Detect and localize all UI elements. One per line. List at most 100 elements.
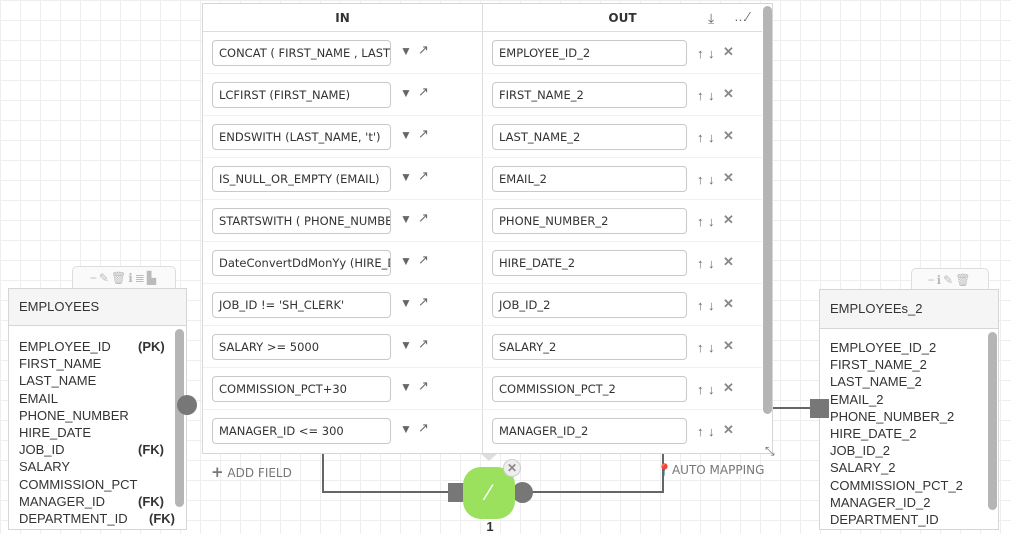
dropdown-triangle-icon[interactable]: ▼	[400, 295, 412, 311]
delete-row-icon[interactable]: ✕	[723, 254, 734, 270]
remove-node-button[interactable]: ✕	[503, 459, 521, 477]
table-column-row[interactable]: DEPARTMENT_ID	[830, 511, 998, 528]
delete-row-icon[interactable]: ✕	[723, 86, 734, 102]
move-down-icon[interactable]: ↓	[708, 214, 715, 230]
out-field-input[interactable]: SALARY_2	[492, 334, 687, 360]
open-external-icon[interactable]: ↗	[418, 294, 429, 310]
move-down-icon[interactable]: ↓	[708, 172, 715, 188]
delete-row-icon[interactable]: ✕	[723, 380, 734, 396]
out-field-input[interactable]: LAST_NAME_2	[492, 124, 687, 150]
out-field-input[interactable]: FIRST_NAME_2	[492, 82, 687, 108]
open-external-icon[interactable]: ↗	[418, 378, 429, 394]
table-column-row[interactable]: FIRST_NAME_2	[830, 356, 998, 373]
trash-icon[interactable]: 🗑	[955, 273, 972, 287]
open-external-icon[interactable]: ↗	[418, 84, 429, 100]
target-table-scrollbar[interactable]	[988, 332, 997, 510]
in-expression-input[interactable]: CONCAT ( FIRST_NAME , LAST_NAME )	[212, 40, 391, 66]
move-down-icon[interactable]: ↓	[708, 46, 715, 62]
move-up-icon[interactable]: ↑	[697, 214, 704, 230]
delete-row-icon[interactable]: ✕	[723, 170, 734, 186]
table-column-row[interactable]: SALARY_2	[830, 459, 998, 476]
dropdown-triangle-icon[interactable]: ▼	[400, 379, 412, 395]
file-icon[interactable]: ▙	[147, 271, 158, 285]
table-column-row[interactable]: DEPARTMENT_ID (FK)	[19, 510, 186, 527]
table-column-row[interactable]: HIRE_DATE	[19, 424, 186, 441]
table-column-row[interactable]: JOB_ID (FK)	[19, 441, 186, 458]
in-expression-input[interactable]: MANAGER_ID <= 300	[212, 418, 391, 444]
minimize-icon[interactable]: −	[928, 273, 937, 287]
in-expression-input[interactable]: SALARY >= 5000	[212, 334, 391, 360]
move-up-icon[interactable]: ↑	[697, 298, 704, 314]
move-up-icon[interactable]: ↑	[697, 172, 704, 188]
mapping-scrollbar[interactable]	[763, 6, 772, 414]
dropdown-triangle-icon[interactable]: ▼	[400, 211, 412, 227]
open-external-icon[interactable]: ↗	[418, 126, 429, 142]
in-expression-input[interactable]: JOB_ID != 'SH_CLERK'	[212, 292, 391, 318]
table-column-row[interactable]: MANAGER_ID_2	[830, 494, 998, 511]
table-column-row[interactable]: FIRST_NAME	[19, 355, 186, 372]
move-up-icon[interactable]: ↑	[697, 46, 704, 62]
out-field-input[interactable]: EMPLOYEE_ID_2	[492, 40, 687, 66]
in-expression-input[interactable]: COMMISSION_PCT+30	[212, 376, 391, 402]
dropdown-triangle-icon[interactable]: ▼	[400, 85, 412, 101]
move-down-icon[interactable]: ↓	[708, 88, 715, 104]
table-column-row[interactable]: COMMISSION_PCT_2	[830, 477, 998, 494]
edit-icon[interactable]: ✎	[943, 273, 955, 287]
delete-row-icon[interactable]: ✕	[723, 296, 734, 312]
open-external-icon[interactable]: ↗	[418, 168, 429, 184]
open-external-icon[interactable]: ↗	[418, 42, 429, 58]
resize-icon[interactable]: ⤡	[765, 443, 775, 459]
dropdown-triangle-icon[interactable]: ▼	[400, 337, 412, 353]
move-up-icon[interactable]: ↑	[697, 424, 704, 440]
delete-row-icon[interactable]: ✕	[723, 212, 734, 228]
auto-mapping-button[interactable]: 📍AUTO MAPPING	[657, 463, 764, 477]
move-down-icon[interactable]: ↓	[708, 424, 715, 440]
trash-icon[interactable]: 🗑	[111, 271, 128, 285]
download-icon[interactable]: ⤓	[708, 10, 714, 26]
table-column-row[interactable]: LAST_NAME	[19, 372, 186, 389]
open-external-icon[interactable]: ↗	[418, 336, 429, 352]
delete-row-icon[interactable]: ✕	[723, 422, 734, 438]
edit-line-icon[interactable]: …∕	[734, 9, 749, 25]
node-output-port[interactable]	[512, 482, 533, 503]
table-column-row[interactable]: LAST_NAME_2	[830, 373, 998, 390]
out-field-input[interactable]: PHONE_NUMBER_2	[492, 208, 687, 234]
dropdown-triangle-icon[interactable]: ▼	[400, 127, 412, 143]
table-column-row[interactable]: HIRE_DATE_2	[830, 425, 998, 442]
open-external-icon[interactable]: ↗	[418, 210, 429, 226]
open-external-icon[interactable]: ↗	[418, 252, 429, 268]
dropdown-triangle-icon[interactable]: ▼	[400, 421, 412, 437]
table-column-row[interactable]: EMPLOYEE_ID (PK)	[19, 338, 186, 355]
open-external-icon[interactable]: ↗	[418, 420, 429, 436]
source-connector[interactable]	[177, 395, 197, 415]
edit-icon[interactable]: ✎	[99, 271, 111, 285]
target-connector[interactable]	[810, 399, 829, 418]
move-down-icon[interactable]: ↓	[708, 130, 715, 146]
move-up-icon[interactable]: ↑	[697, 88, 704, 104]
table-column-row[interactable]: EMAIL	[19, 390, 186, 407]
out-field-input[interactable]: HIRE_DATE_2	[492, 250, 687, 276]
out-field-input[interactable]: EMAIL_2	[492, 166, 687, 192]
dropdown-triangle-icon[interactable]: ▼	[400, 253, 412, 269]
dropdown-triangle-icon[interactable]: ▼	[400, 169, 412, 185]
table-column-row[interactable]: COMMISSION_PCT	[19, 476, 186, 493]
in-expression-input[interactable]: LCFIRST (FIRST_NAME)	[212, 82, 391, 108]
in-expression-input[interactable]: IS_NULL_OR_EMPTY (EMAIL)	[212, 166, 391, 192]
out-field-input[interactable]: COMMISSION_PCT_2	[492, 376, 687, 402]
minimize-icon[interactable]: −	[90, 271, 99, 285]
move-down-icon[interactable]: ↓	[708, 382, 715, 398]
move-down-icon[interactable]: ↓	[708, 340, 715, 356]
move-up-icon[interactable]: ↑	[697, 130, 704, 146]
move-up-icon[interactable]: ↑	[697, 340, 704, 356]
source-table-scrollbar[interactable]	[175, 329, 184, 507]
delete-row-icon[interactable]: ✕	[723, 128, 734, 144]
move-down-icon[interactable]: ↓	[708, 256, 715, 272]
delete-row-icon[interactable]: ✕	[723, 44, 734, 60]
database-icon[interactable]: ≣	[135, 271, 147, 285]
table-column-row[interactable]: PHONE_NUMBER_2	[830, 408, 998, 425]
add-field-button[interactable]: + ADD FIELD	[211, 463, 292, 481]
table-column-row[interactable]: EMAIL_2	[830, 391, 998, 408]
out-field-input[interactable]: JOB_ID_2	[492, 292, 687, 318]
dropdown-triangle-icon[interactable]: ▼	[400, 43, 412, 59]
delete-row-icon[interactable]: ✕	[723, 338, 734, 354]
